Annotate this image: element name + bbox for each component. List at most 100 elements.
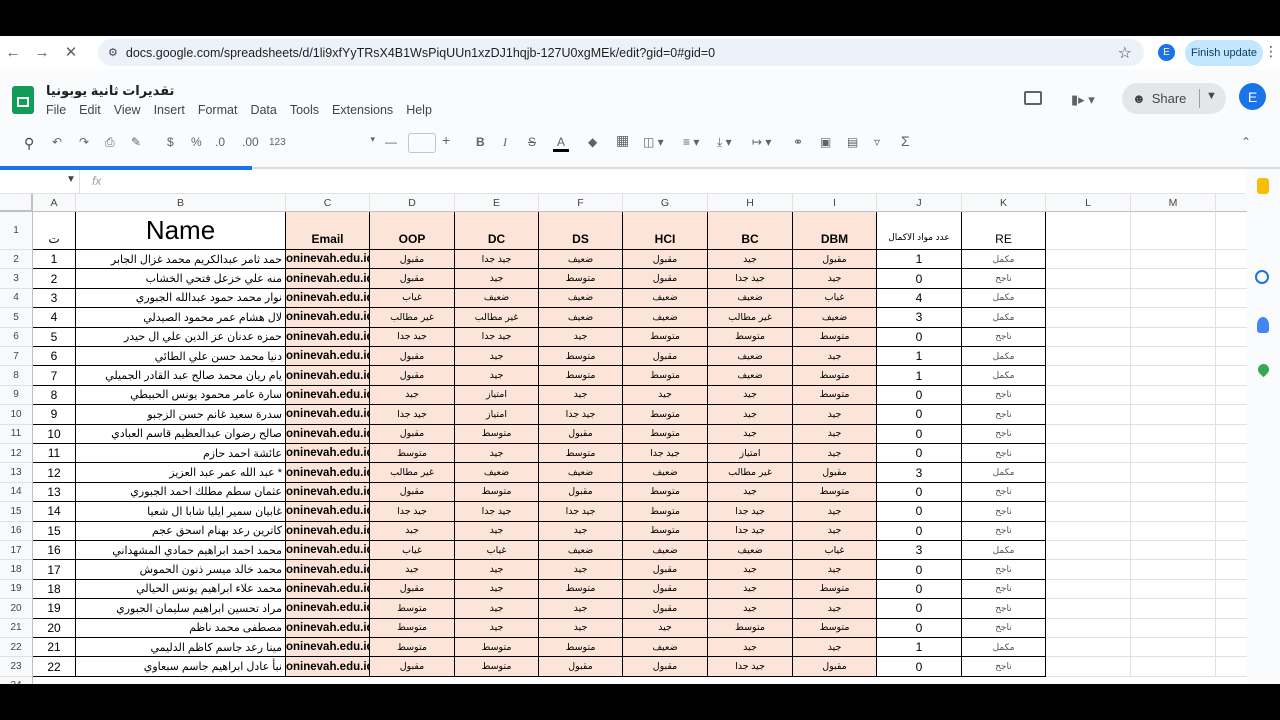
row-header[interactable]: 24 xyxy=(0,676,33,684)
row-header[interactable]: 7 xyxy=(0,347,33,367)
decrease-font-size-button[interactable]: — xyxy=(385,135,397,149)
empty-cell[interactable] xyxy=(1131,347,1216,367)
grade-cell-dc[interactable]: جيد جدا xyxy=(455,250,539,270)
supplementary-count-cell[interactable]: 3 xyxy=(877,463,962,483)
row-number-cell[interactable]: 14 xyxy=(33,502,76,522)
address-bar[interactable]: ⚙ docs.google.com/spreadsheets/d/1li9xfY… xyxy=(98,39,1144,66)
grade-cell-dbm[interactable]: جيد xyxy=(793,269,877,289)
empty-cell[interactable] xyxy=(1216,366,1247,386)
row-header[interactable]: 3 xyxy=(0,269,33,289)
empty-cell[interactable] xyxy=(1216,386,1247,406)
grade-cell-hci[interactable]: ضعيف xyxy=(623,308,708,328)
grade-cell-bc[interactable]: ضعيف xyxy=(708,288,793,309)
grade-cell-dbm[interactable]: جيد xyxy=(793,405,877,425)
empty-cell[interactable] xyxy=(1046,482,1131,503)
increase-font-size-button[interactable]: + xyxy=(442,132,450,148)
empty-cell[interactable] xyxy=(1216,269,1247,289)
grade-cell-bc[interactable]: جيد xyxy=(708,599,793,619)
column-header-j[interactable]: J xyxy=(877,194,962,212)
empty-cell[interactable] xyxy=(1216,522,1247,541)
borders-icon[interactable]: ▦ xyxy=(616,132,629,149)
grade-cell-dc[interactable]: متوسط xyxy=(455,657,539,677)
empty-cell[interactable] xyxy=(1046,308,1131,328)
menu-view[interactable]: View xyxy=(114,103,141,117)
email-cell[interactable]: oninevah.edu.iq xyxy=(286,502,370,522)
result-cell[interactable]: ناجح xyxy=(962,424,1046,444)
empty-cell[interactable] xyxy=(1131,424,1216,444)
email-cell[interactable]: oninevah.edu.iq xyxy=(286,444,370,464)
grade-cell-dbm[interactable]: متوسط xyxy=(793,366,877,386)
grade-cell-dbm[interactable]: غياب xyxy=(793,288,877,309)
result-cell[interactable]: مكمل xyxy=(962,288,1046,309)
student-name-cell[interactable]: منه علي خزعل فتحي الخشاب xyxy=(76,269,286,289)
email-cell[interactable]: oninevah.edu.iq xyxy=(286,618,370,638)
grade-cell-hci[interactable]: متوسط xyxy=(623,405,708,425)
row-header[interactable]: 2 xyxy=(0,250,33,270)
grade-cell-hci[interactable]: مقبول xyxy=(623,347,708,367)
name-box-dropdown-icon[interactable]: ▼ xyxy=(66,174,76,185)
result-cell[interactable]: مكمل xyxy=(962,347,1046,367)
empty-cell[interactable] xyxy=(1216,502,1247,522)
supplementary-count-cell[interactable]: 0 xyxy=(877,657,962,677)
sheets-logo-icon[interactable] xyxy=(12,86,34,114)
header-cell-g[interactable]: HCI xyxy=(623,212,708,250)
empty-cell[interactable] xyxy=(1131,288,1216,309)
column-header-g[interactable]: G xyxy=(623,194,708,212)
grade-cell-bc[interactable]: امتياز xyxy=(708,444,793,464)
result-cell[interactable]: ناجح xyxy=(962,405,1046,425)
grade-cell-dc[interactable]: متوسط xyxy=(455,424,539,444)
grade-cell-oop[interactable]: مقبول xyxy=(370,366,455,386)
header-cell-f[interactable]: DS xyxy=(539,212,623,250)
forward-arrow-icon[interactable]: → xyxy=(31,41,53,63)
empty-cell[interactable] xyxy=(1131,657,1216,677)
result-cell[interactable]: ناجح xyxy=(962,444,1046,464)
row-header[interactable]: 20 xyxy=(0,599,33,619)
result-cell[interactable]: ناجح xyxy=(962,618,1046,638)
grade-cell-ds[interactable]: متوسط xyxy=(539,347,623,367)
empty-cell[interactable] xyxy=(1131,212,1216,250)
grade-cell-hci[interactable]: مقبول xyxy=(623,599,708,619)
tasks-icon[interactable] xyxy=(1255,270,1269,284)
grade-cell-dbm[interactable]: متوسط xyxy=(793,482,877,503)
grade-cell-hci[interactable]: متوسط xyxy=(623,424,708,444)
result-cell[interactable]: مكمل xyxy=(962,463,1046,483)
student-name-cell[interactable]: مصطفى محمد ناظم xyxy=(76,618,286,638)
empty-cell[interactable] xyxy=(1046,405,1131,425)
row-number-cell[interactable]: 4 xyxy=(33,308,76,328)
column-header-m[interactable]: M xyxy=(1131,194,1216,212)
row-number-cell[interactable]: 1 xyxy=(33,250,76,270)
empty-cell[interactable] xyxy=(1131,250,1216,270)
result-cell[interactable]: ناجح xyxy=(962,327,1046,347)
student-name-cell[interactable]: عائشة احمد حازم xyxy=(76,444,286,464)
grade-cell-dc[interactable]: جيد xyxy=(455,366,539,386)
empty-cell[interactable] xyxy=(1046,599,1131,619)
grade-cell-dc[interactable]: جيد xyxy=(455,444,539,464)
supplementary-count-cell[interactable]: 0 xyxy=(877,482,962,503)
filter-icon[interactable]: ▿ xyxy=(874,135,880,149)
empty-cell[interactable] xyxy=(1131,327,1216,347)
document-title[interactable]: تقديرات ثانية يوبونيا xyxy=(46,83,174,99)
email-cell[interactable]: oninevah.edu.iq xyxy=(286,424,370,444)
email-cell[interactable]: oninevah.edu.iq xyxy=(286,521,370,541)
grade-cell-bc[interactable]: جيد xyxy=(708,638,793,658)
grade-cell-ds[interactable]: ضعيف xyxy=(539,541,623,561)
email-cell[interactable]: oninevah.edu.iq xyxy=(286,288,370,309)
grade-cell-dc[interactable]: جيد xyxy=(455,618,539,638)
email-cell[interactable]: oninevah.edu.iq xyxy=(286,269,370,289)
supplementary-count-cell[interactable]: 0 xyxy=(877,521,962,541)
grade-cell-hci[interactable]: متوسط xyxy=(623,482,708,503)
email-cell[interactable]: oninevah.edu.iq xyxy=(286,463,370,483)
print-icon[interactable]: ⎙ xyxy=(105,135,115,150)
row-header[interactable]: 1 xyxy=(0,212,33,250)
grade-cell-dc[interactable]: جيد جدا xyxy=(455,327,539,347)
browser-menu-icon[interactable]: ⋮ xyxy=(1264,43,1278,60)
header-cell-d[interactable]: OOP xyxy=(370,212,455,250)
result-cell[interactable]: مكمل xyxy=(962,308,1046,328)
result-cell[interactable]: مكمل xyxy=(962,541,1046,561)
grade-cell-hci[interactable]: متوسط xyxy=(623,327,708,347)
column-header-n[interactable]: N xyxy=(1216,194,1247,212)
supplementary-count-cell[interactable]: 1 xyxy=(877,638,962,658)
grade-cell-oop[interactable]: مقبول xyxy=(370,579,455,600)
student-name-cell[interactable]: سارة عامر محمود يونس الحبيطي xyxy=(76,385,286,406)
empty-cell[interactable] xyxy=(1216,560,1247,580)
